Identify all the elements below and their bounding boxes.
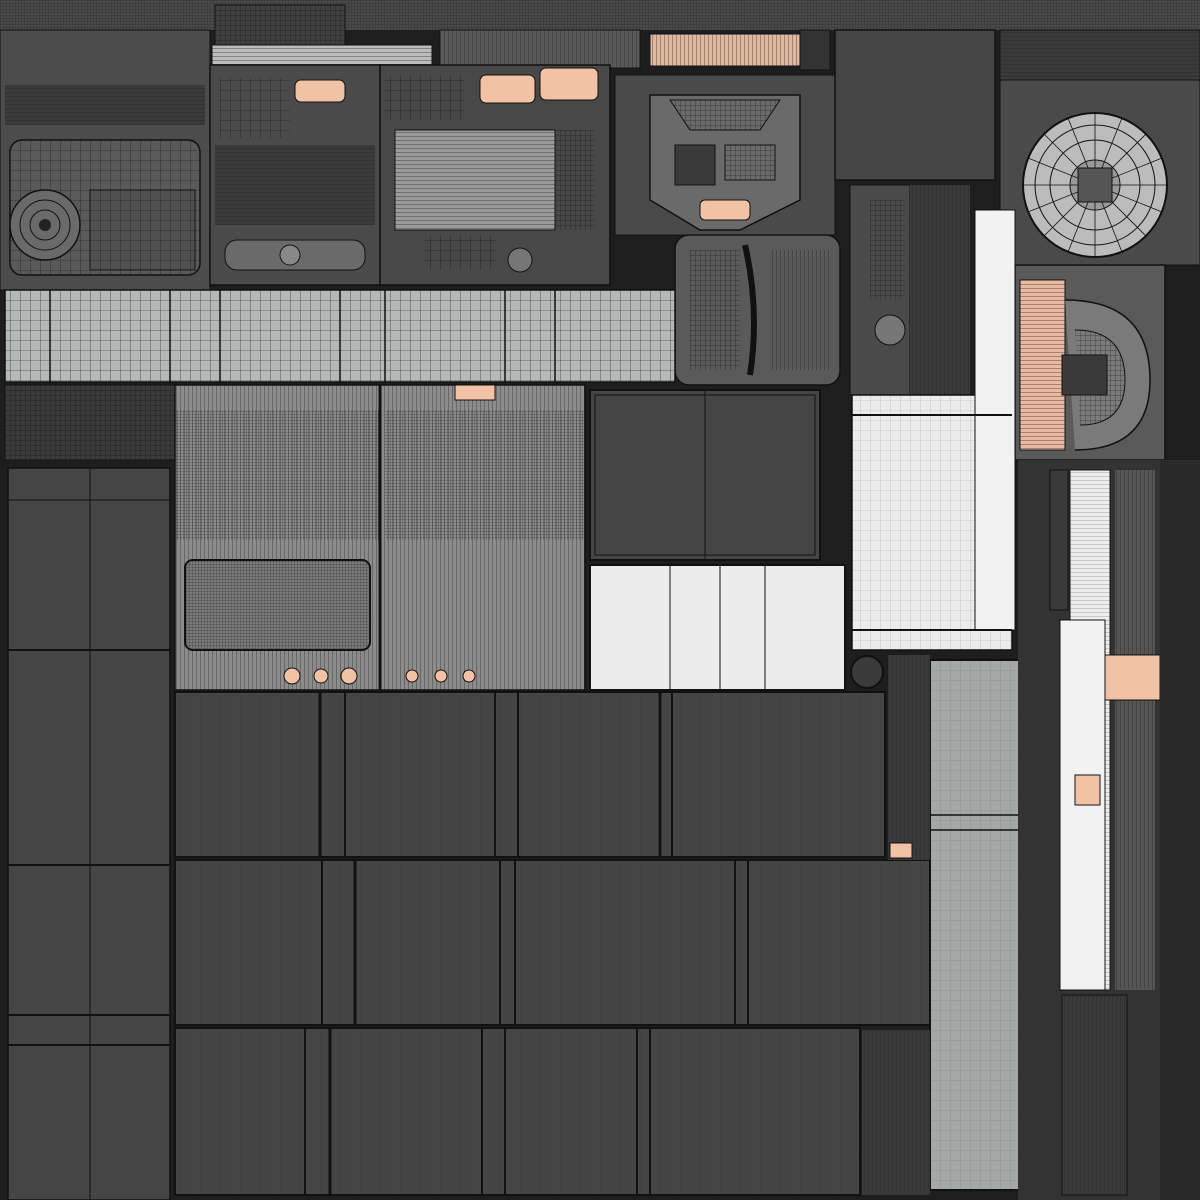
dark-panel-row-3 bbox=[174, 1027, 861, 1196]
dark-center-box bbox=[589, 389, 846, 691]
center-column-component bbox=[849, 184, 970, 396]
speaker-grille-icon bbox=[9, 189, 81, 261]
uv-wireframe-layout bbox=[0, 0, 1200, 1200]
vent-panels bbox=[174, 384, 586, 691]
left-top-component bbox=[0, 29, 211, 291]
keypad-panel bbox=[209, 64, 381, 286]
far-right-strips bbox=[1018, 460, 1200, 1200]
rack-panel bbox=[379, 64, 611, 286]
left-dark-column bbox=[7, 467, 171, 1200]
light-grid-strip bbox=[4, 289, 676, 383]
fan-grille-icon bbox=[999, 79, 1200, 266]
dark-panel-row-1 bbox=[174, 691, 886, 858]
dark-panel-row-2 bbox=[174, 859, 931, 1026]
mid-left-strip bbox=[4, 384, 176, 461]
right-dial-panel bbox=[1014, 264, 1166, 461]
